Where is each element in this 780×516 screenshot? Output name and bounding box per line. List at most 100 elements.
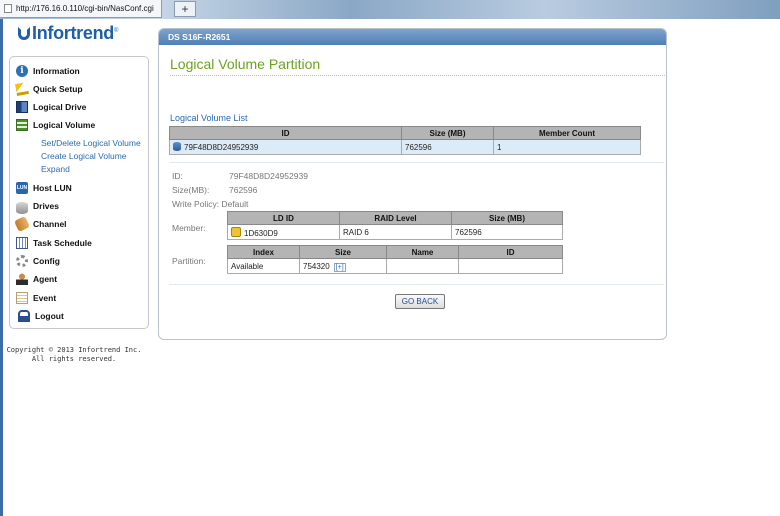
column-header: RAID Level — [339, 211, 452, 225]
copyright-notice: Copyright © 2013 Infortrend Inc. All rig… — [4, 346, 144, 364]
sidebar-item-label: Logical Volume — [33, 120, 96, 130]
sidebar-item-quick-setup[interactable]: Quick Setup — [15, 81, 83, 97]
partition-name-cell — [386, 258, 459, 274]
column-header: LD ID — [227, 211, 340, 225]
section-divider — [169, 162, 664, 163]
page-icon — [4, 4, 12, 13]
info-icon: i — [16, 65, 28, 77]
column-header: Name — [386, 245, 459, 259]
sidebar-item-event[interactable]: Event — [16, 290, 56, 306]
add-partition-button[interactable]: [+] — [333, 262, 346, 272]
sidebar-item-label: Host LUN — [33, 183, 72, 193]
sidebar-item-label: Channel — [33, 219, 67, 229]
member-table: LD ID RAID Level Size (MB) 1D630D9 RAID … — [227, 211, 563, 240]
partition-label: Partition: — [172, 256, 206, 266]
table-header-row: ID Size (MB) Member Count — [169, 126, 641, 140]
sub-item-create-logical-volume[interactable]: Create Logical Volume — [41, 151, 127, 161]
calendar-icon — [16, 237, 28, 249]
sidebar-nav: i Information Quick Setup Logical Drive L… — [9, 56, 149, 329]
sub-item-expand[interactable]: Expand — [41, 164, 70, 174]
logical-volume-icon — [16, 119, 28, 131]
sidebar-item-host-lun[interactable]: LUN Host LUN — [16, 180, 72, 196]
sidebar-item-label: Agent — [33, 274, 58, 284]
column-header: ID — [169, 126, 402, 140]
sidebar-item-label: Logout — [35, 311, 64, 321]
ld-id: 1D630D9 — [244, 228, 278, 238]
logical-drive-icon — [16, 101, 28, 113]
sidebar-item-logout[interactable]: Logout — [16, 308, 64, 324]
volume-id-cell: 79F48D8D24952939 — [169, 139, 402, 155]
drive-icon — [16, 201, 28, 214]
logical-drive-status-icon — [231, 226, 241, 237]
detail-label: Size(MB): — [172, 185, 210, 195]
column-header: ID — [458, 245, 563, 259]
logo-text: Infortrend — [32, 23, 114, 43]
sidebar-item-label: Quick Setup — [33, 84, 83, 94]
new-tab-button[interactable]: + — [174, 1, 196, 17]
member-label: Member: — [172, 223, 206, 233]
infortrend-logo: Infortrend® — [18, 23, 118, 44]
detail-label: ID: — [172, 171, 183, 181]
detail-write-policy: Write Policy: Default — [172, 199, 248, 209]
column-header: Member Count — [493, 126, 641, 140]
sidebar-item-drives[interactable]: Drives — [16, 198, 59, 214]
agent-icon — [16, 273, 28, 285]
lun-icon: LUN — [16, 182, 28, 194]
tab-url: http://176.16.0.110/cgi-bin/NasConf.cgi — [16, 4, 154, 13]
detail-size: Size(MB): 762596 — [172, 185, 257, 195]
table-header-row: Index Size Name ID — [227, 245, 563, 259]
sidebar-item-label: Drives — [33, 201, 59, 211]
sub-item-set-delete-logical-volume[interactable]: Set/Delete Logical Volume — [41, 138, 141, 148]
sidebar-item-channel[interactable]: Channel — [14, 216, 67, 232]
sidebar-item-task-schedule[interactable]: Task Schedule — [16, 235, 92, 251]
section-divider — [169, 284, 664, 285]
sidebar-item-label: Config — [33, 256, 60, 266]
sidebar-item-agent[interactable]: Agent — [16, 271, 57, 287]
member-size-cell: 762596 — [451, 224, 563, 240]
title-divider — [170, 75, 665, 76]
logical-volume-list-title: Logical Volume List — [170, 113, 248, 123]
wand-icon — [15, 82, 29, 96]
logo-mark-icon — [18, 27, 30, 40]
logo-registered: ® — [114, 28, 119, 34]
table-row: Available 754320 [+] — [227, 258, 563, 274]
browser-tab[interactable]: http://176.16.0.110/cgi-bin/NasConf.cgi — [0, 0, 162, 18]
sidebar-item-logical-volume[interactable]: Logical Volume — [16, 117, 95, 133]
partition-index-cell: Available — [227, 258, 300, 274]
member-count-cell: 1 — [493, 139, 641, 155]
partition-table: Index Size Name ID Available 754320 [+] — [227, 245, 563, 274]
raid-level-cell: RAID 6 — [339, 224, 452, 240]
column-header: Size — [299, 245, 387, 259]
page-title: Logical Volume Partition — [170, 56, 321, 72]
partition-size: 754320 — [303, 261, 330, 271]
ld-id-cell: 1D630D9 — [227, 224, 340, 240]
partition-id-cell — [458, 258, 563, 274]
table-row: 1D630D9 RAID 6 762596 — [227, 224, 563, 240]
gear-icon — [16, 255, 28, 267]
column-header: Index — [227, 245, 300, 259]
sidebar-item-logical-drive[interactable]: Logical Drive — [16, 99, 86, 115]
window-edge — [0, 19, 3, 516]
device-header: DS S16F-R2651 — [159, 29, 666, 45]
sidebar-item-information[interactable]: i Information — [16, 63, 80, 79]
copyright-line: Copyright © 2013 Infortrend Inc. — [6, 346, 142, 354]
event-log-icon — [16, 292, 28, 304]
detail-id: ID: 79F48D8D24952939 — [172, 171, 308, 181]
detail-value: 762596 — [229, 185, 258, 195]
copyright-line: All rights reserved. — [31, 355, 117, 363]
volume-size-cell: 762596 — [401, 139, 494, 155]
logical-volume-table: ID Size (MB) Member Count 79F48D8D249529… — [169, 126, 641, 155]
sidebar-item-label: Logical Drive — [33, 102, 87, 112]
table-row[interactable]: 79F48D8D24952939 762596 1 — [169, 139, 641, 155]
channel-icon — [14, 216, 30, 232]
detail-value: Write Policy: Default — [172, 199, 249, 209]
volume-id: 79F48D8D24952939 — [184, 143, 259, 152]
sidebar-item-config[interactable]: Config — [16, 253, 60, 269]
sidebar-item-label: Information — [33, 66, 80, 76]
detail-value: 79F48D8D24952939 — [229, 171, 308, 181]
column-header: Size (MB) — [451, 211, 563, 225]
column-header: Size (MB) — [401, 126, 494, 140]
sidebar-item-label: Event — [33, 293, 57, 303]
go-back-button[interactable]: GO BACK — [395, 294, 445, 309]
logout-icon — [18, 310, 30, 322]
